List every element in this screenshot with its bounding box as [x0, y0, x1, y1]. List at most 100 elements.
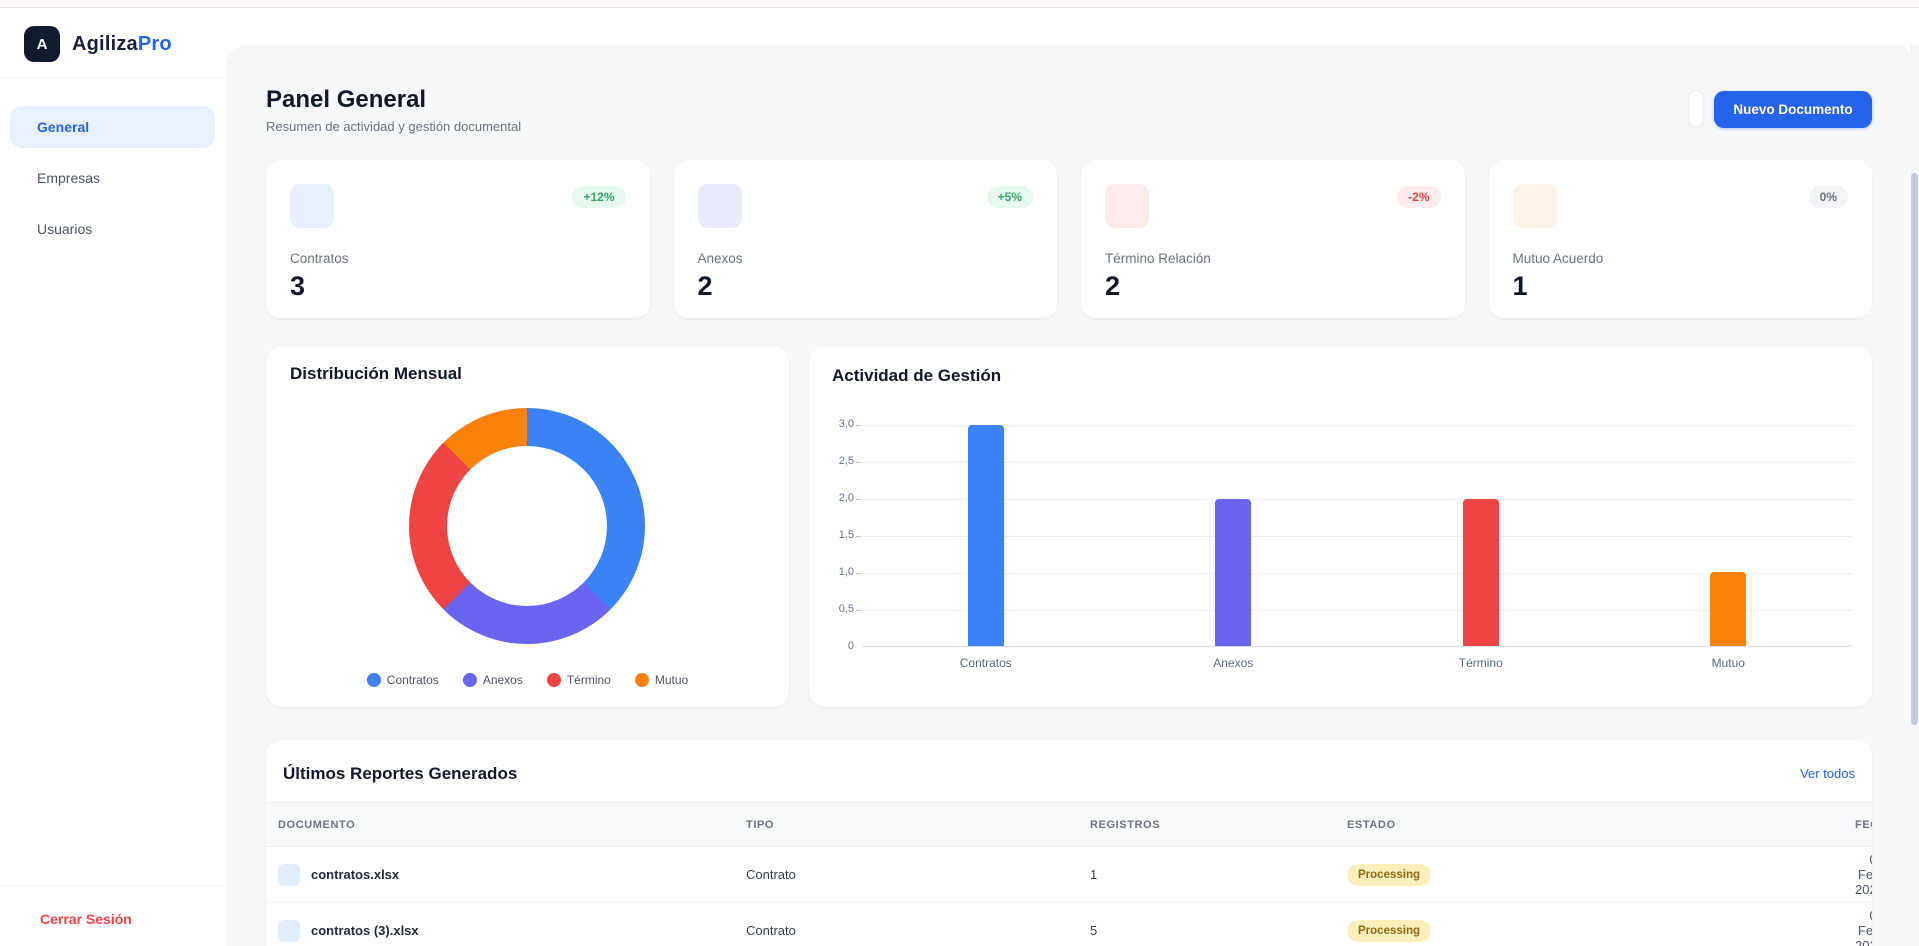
legend-dot [547, 673, 561, 687]
bar-contratos[interactable] [968, 425, 1004, 646]
cell-fecha: 09 Feb, 2026 [1855, 852, 1872, 897]
status-badge: Processing [1347, 864, 1431, 886]
stat-card-termino: -2% Término Relación 2 [1081, 160, 1465, 318]
cell-fecha: 06 Feb, 2026 [1855, 908, 1872, 946]
stat-label: Término Relación [1105, 251, 1441, 266]
termination-icon [1105, 184, 1149, 228]
activity-chart-card: Actividad de Gestión 3,0 2,5 2,0 1,5 1,0… [809, 346, 1872, 707]
brand-logo: A AgilizaPro [24, 26, 172, 62]
y-tick: 2,5 [812, 455, 854, 467]
x-axis-labels: Contratos Anexos Término Mutuo [862, 656, 1852, 670]
x-tick: Mutuo [1605, 656, 1853, 670]
y-tick: 0 [812, 640, 854, 652]
sidebar-nav: General Empresas Usuarios [10, 106, 215, 250]
legend-label: Mutuo [655, 673, 688, 687]
stat-delta-badge: +5% [987, 186, 1033, 208]
sidebar: A AgilizaPro General Empresas Usuarios C… [0, 8, 225, 946]
cell-registros: 5 [1090, 923, 1347, 938]
y-tick: 2,0 [812, 492, 854, 504]
scrollbar-track[interactable] [1910, 45, 1919, 946]
legend-dot [367, 673, 381, 687]
legend-label: Término [567, 673, 611, 687]
donut-chart[interactable] [409, 408, 645, 644]
new-document-button[interactable]: Nuevo Documento [1714, 91, 1872, 128]
cell-registros: 1 [1090, 867, 1347, 882]
reports-table-card: Últimos Reportes Generados Ver todos DOC… [266, 740, 1872, 946]
scrollbar-thumb[interactable] [1911, 173, 1918, 725]
table-title: Últimos Reportes Generados [283, 764, 517, 784]
y-tick: 0,5 [812, 603, 854, 615]
brand-name: AgilizaPro [72, 33, 172, 56]
y-tick: 3,0 [812, 418, 854, 430]
document-name: contratos (3).xlsx [311, 923, 419, 938]
bar-plot-area [862, 425, 1852, 647]
legend-item-contratos[interactable]: Contratos [367, 673, 439, 687]
view-all-link[interactable]: Ver todos [1800, 766, 1855, 781]
col-estado: ESTADO [1347, 819, 1855, 831]
stat-card-mutuo: 0% Mutuo Acuerdo 1 [1489, 160, 1873, 318]
bar-mutuo[interactable] [1710, 572, 1746, 646]
logout-divider [0, 885, 225, 886]
col-tipo: TIPO [746, 819, 1090, 831]
stat-card-contratos: +12% Contratos 3 [266, 160, 650, 318]
stat-value: 2 [698, 271, 1034, 302]
stat-value: 2 [1105, 271, 1441, 302]
bars [862, 425, 1852, 646]
logo-icon: A [24, 26, 60, 62]
legend-dot [463, 673, 477, 687]
legend-item-anexos[interactable]: Anexos [463, 673, 523, 687]
file-icon [278, 920, 300, 942]
cell-tipo: Contrato [746, 867, 1090, 882]
stat-delta-badge: -2% [1397, 186, 1440, 208]
page-subtitle: Resumen de actividad y gestión documenta… [266, 119, 521, 134]
sidebar-item-empresas[interactable]: Empresas [10, 157, 215, 199]
stat-value: 3 [290, 271, 626, 302]
y-tick: 1,0 [812, 566, 854, 578]
table-header-row: DOCUMENTO TIPO REGISTROS ESTADO FECHA [266, 802, 1872, 847]
stat-value: 1 [1513, 271, 1849, 302]
app-window: A AgilizaPro General Empresas Usuarios C… [0, 0, 1919, 946]
legend-dot [635, 673, 649, 687]
x-tick: Contratos [862, 656, 1110, 670]
status-badge: Processing [1347, 920, 1431, 942]
stats-row: +12% Contratos 3 +5% Anexos 2 -2% Términ… [266, 160, 1872, 318]
chart-legend: Contratos Anexos Término Mutuo [266, 673, 789, 687]
top-strip [0, 0, 1919, 8]
file-icon [278, 864, 300, 886]
sidebar-divider [0, 77, 225, 78]
table-row: contratos.xlsx Contrato 1 Processing 09 … [266, 847, 1872, 903]
chart-title: Actividad de Gestión [832, 366, 1001, 386]
stat-card-anexos: +5% Anexos 2 [674, 160, 1058, 318]
stat-delta-badge: 0% [1809, 186, 1848, 208]
document-name: contratos.xlsx [311, 867, 399, 882]
toolbar-pill[interactable] [1688, 90, 1704, 127]
col-fecha: FECHA [1855, 819, 1872, 831]
cell-tipo: Contrato [746, 923, 1090, 938]
legend-label: Contratos [387, 673, 439, 687]
table-row: contratos (3).xlsx Contrato 5 Processing… [266, 903, 1872, 946]
page-title: Panel General [266, 86, 426, 114]
y-tick: 1,5 [812, 529, 854, 541]
brand-name-primary: Agiliza [72, 33, 138, 55]
x-tick: Anexos [1110, 656, 1358, 670]
legend-item-mutuo[interactable]: Mutuo [635, 673, 688, 687]
bar-termino[interactable] [1463, 499, 1499, 646]
stat-label: Mutuo Acuerdo [1513, 251, 1849, 266]
sidebar-item-general[interactable]: General [10, 106, 215, 148]
col-documento: DOCUMENTO [278, 819, 746, 831]
x-tick: Término [1357, 656, 1605, 670]
stat-delta-badge: +12% [572, 186, 625, 208]
sidebar-item-usuarios[interactable]: Usuarios [10, 208, 215, 250]
agreement-icon [1513, 184, 1557, 228]
col-registros: REGISTROS [1090, 819, 1347, 831]
stat-label: Contratos [290, 251, 626, 266]
brand-name-accent: Pro [138, 33, 172, 55]
bar-anexos[interactable] [1215, 499, 1251, 646]
stat-label: Anexos [698, 251, 1034, 266]
logout-link[interactable]: Cerrar Sesión [40, 911, 132, 927]
legend-label: Anexos [483, 673, 523, 687]
annexes-icon [698, 184, 742, 228]
legend-item-termino[interactable]: Término [547, 673, 611, 687]
monthly-distribution-card: Distribución Mensual Contratos Anexos Té… [266, 346, 789, 707]
contracts-icon [290, 184, 334, 228]
